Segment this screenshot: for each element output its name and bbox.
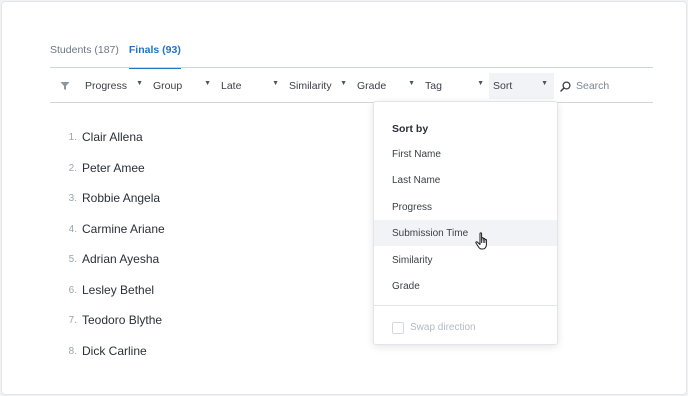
chevron-down-icon: ▼	[272, 80, 279, 87]
sort-dropdown[interactable]: Sort ▼	[489, 73, 554, 99]
sort-option-submission-time[interactable]: Submission Time	[374, 220, 557, 246]
sort-option-progress[interactable]: Progress	[374, 194, 557, 220]
search-placeholder: Search	[576, 80, 610, 92]
list-item-number: 2.	[68, 162, 77, 174]
filter-progress[interactable]: Progress ▼	[85, 73, 143, 99]
sort-menu-title: Sort by	[392, 123, 429, 135]
list-item-number: 5.	[68, 253, 77, 265]
filter-bar: Progress ▼ Group ▼ Late ▼ Similarity ▼ G…	[50, 73, 653, 99]
list-item-number: 6.	[68, 284, 77, 296]
chevron-down-icon: ▼	[204, 80, 211, 87]
list-item-name: Teodoro Blythe	[82, 313, 163, 327]
filter-tag[interactable]: Tag ▼	[425, 73, 484, 99]
filter-tag-label: Tag	[425, 80, 442, 92]
search-input[interactable]: Search	[560, 73, 609, 99]
chevron-down-icon: ▼	[477, 80, 484, 87]
swap-direction-checkbox[interactable]	[392, 322, 404, 334]
panel: Students (187) Finals (93) Progress ▼ Gr…	[1, 1, 687, 395]
filter-divider	[50, 102, 653, 103]
chevron-down-icon: ▼	[340, 80, 347, 87]
list-item-name: Lesley Bethel	[82, 283, 155, 297]
filter-similarity[interactable]: Similarity ▼	[289, 73, 347, 99]
list-item[interactable]: 2. Peter Amee	[60, 158, 360, 178]
list-item-number: 8.	[68, 345, 77, 357]
sort-menu: Sort by First Name Last Name Progress Su…	[373, 101, 558, 345]
search-icon	[560, 80, 571, 92]
tabs-divider	[50, 67, 653, 68]
list-item-number: 7.	[68, 314, 77, 326]
chevron-down-icon: ▼	[541, 80, 548, 87]
filter-group[interactable]: Group ▼	[153, 73, 211, 99]
list-item[interactable]: 6. Lesley Bethel	[60, 280, 360, 300]
list-item-number: 4.	[68, 223, 77, 235]
tab-bar: Students (187) Finals (93)	[50, 42, 181, 69]
filter-grade[interactable]: Grade ▼	[357, 73, 415, 99]
list-item-number: 3.	[68, 192, 77, 204]
filter-late[interactable]: Late ▼	[221, 73, 279, 99]
tab-finals[interactable]: Finals (93)	[128, 42, 181, 69]
filter-late-label: Late	[221, 80, 242, 92]
sort-option-similarity[interactable]: Similarity	[374, 247, 557, 273]
list-item-name: Carmine Ariane	[82, 222, 165, 236]
list-item[interactable]: 3. Robbie Angela	[60, 188, 360, 208]
filter-progress-label: Progress	[85, 80, 128, 92]
sort-option-grade[interactable]: Grade	[374, 273, 557, 299]
list-item-name: Peter Amee	[82, 161, 145, 175]
sort-label: Sort	[493, 80, 513, 92]
list-item-name: Adrian Ayesha	[82, 252, 160, 266]
swap-direction-label: Swap direction	[410, 322, 476, 333]
list-item-name: Robbie Angela	[82, 191, 161, 205]
sort-option-first-name[interactable]: First Name	[374, 141, 557, 167]
tab-students[interactable]: Students (187)	[50, 42, 119, 68]
list-item-name: Clair Allena	[82, 130, 143, 144]
list-item[interactable]: 1. Clair Allena	[60, 127, 360, 147]
list-item[interactable]: 5. Adrian Ayesha	[60, 249, 360, 269]
list-item[interactable]: 7. Teodoro Blythe	[60, 310, 360, 330]
hand-pointer-icon	[475, 232, 487, 250]
chevron-down-icon: ▼	[408, 80, 415, 87]
list-item-name: Dick Carline	[82, 344, 147, 358]
list-item[interactable]: 4. Carmine Ariane	[60, 219, 360, 239]
chevron-down-icon: ▼	[136, 80, 143, 87]
filter-icon[interactable]	[60, 81, 70, 91]
list-item-number: 1.	[68, 131, 77, 143]
sort-menu-divider	[374, 305, 557, 306]
filter-group-label: Group	[153, 80, 183, 92]
filter-similarity-label: Similarity	[289, 80, 332, 92]
sort-option-last-name[interactable]: Last Name	[374, 167, 557, 193]
list-item[interactable]: 8. Dick Carline	[60, 341, 360, 361]
filter-grade-label: Grade	[357, 80, 387, 92]
